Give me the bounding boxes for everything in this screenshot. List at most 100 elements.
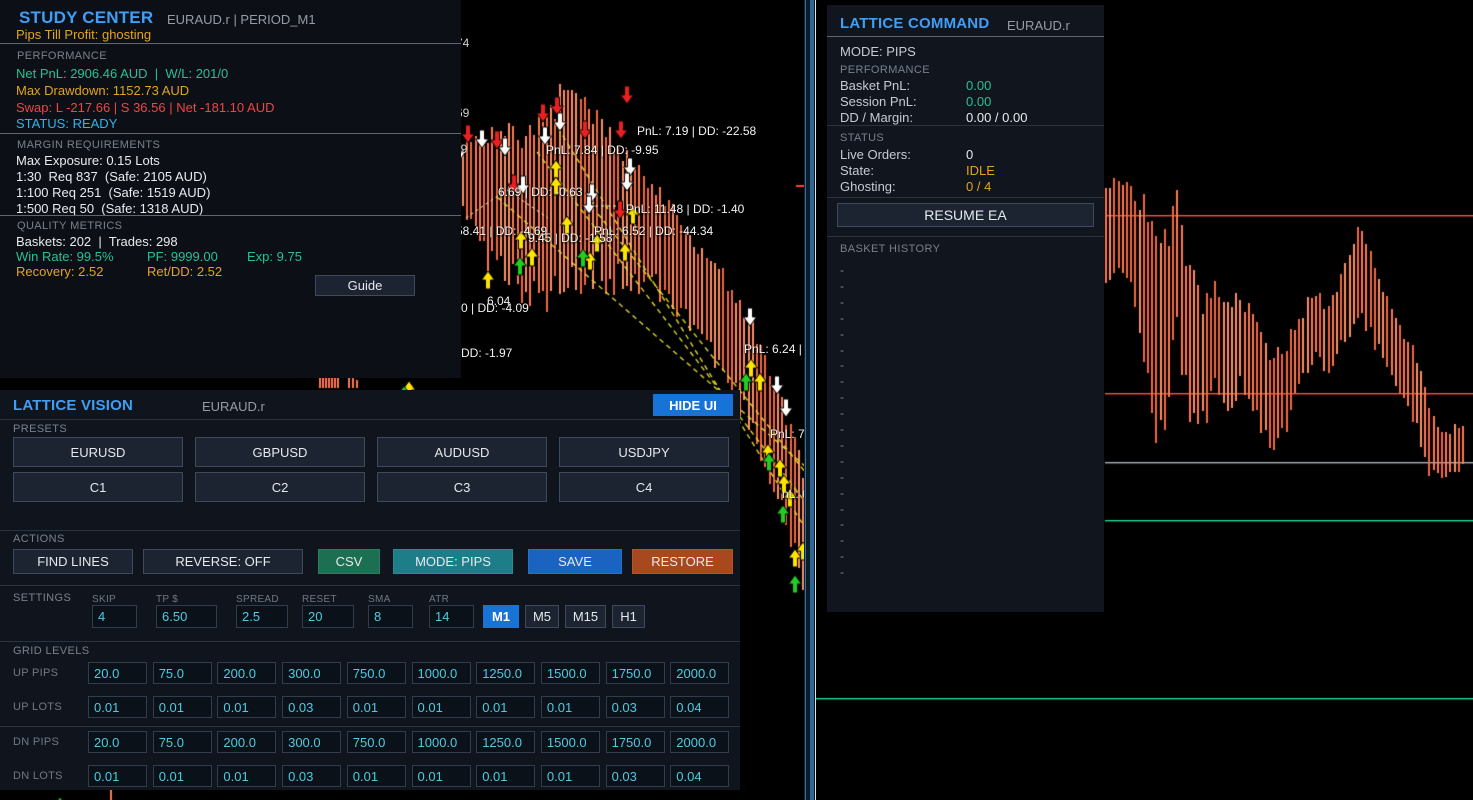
lattice-command-symbol: EURAUD.r: [1007, 18, 1070, 33]
lattice-vision-panel: LATTICE VISION EURAUD.r HIDE UI PRESETS …: [0, 390, 740, 790]
margin-row: 1:30 Req 837 (Safe: 2105 AUD): [16, 169, 207, 184]
preset-button-audusd[interactable]: AUDUSD: [377, 437, 547, 467]
grid-input-up-pips-6[interactable]: [412, 662, 471, 684]
grid-input-up-pips-2[interactable]: [153, 662, 212, 684]
grid-input-dn-lots-8[interactable]: [541, 765, 600, 787]
grid-input-up-pips-9[interactable]: [606, 662, 665, 684]
grid-input-up-lots-10[interactable]: [670, 696, 729, 718]
grid-input-dn-lots-10[interactable]: [670, 765, 729, 787]
grid-input-dn-pips-6[interactable]: [412, 731, 471, 753]
grid-input-up-lots-9[interactable]: [606, 696, 665, 718]
action-button-csv[interactable]: CSV: [318, 549, 380, 574]
timeframe-button-m1[interactable]: M1: [483, 605, 519, 628]
preset-button-c3[interactable]: C3: [377, 472, 547, 502]
timeframe-button-h1[interactable]: H1: [612, 605, 645, 628]
timeframe-button-m5[interactable]: M5: [525, 605, 559, 628]
grid-input-dn-pips-4[interactable]: [282, 731, 341, 753]
preset-button-usdjpy[interactable]: USDJPY: [559, 437, 729, 467]
win-rate: Win Rate: 99.5%: [16, 249, 114, 264]
grid-row-label-up-pips: UP PIPS: [13, 667, 58, 679]
grid-input-up-pips-3[interactable]: [217, 662, 276, 684]
grid-input-up-pips-4[interactable]: [282, 662, 341, 684]
study-center-panel: STUDY CENTER EURAUD.r | PERIOD_M1 Pips T…: [0, 0, 461, 378]
grid-input-dn-lots-6[interactable]: [412, 765, 471, 787]
action-button-find-lines[interactable]: FIND LINES: [13, 549, 133, 574]
basket-history-row: -: [840, 327, 844, 341]
grid-input-dn-lots-5[interactable]: [347, 765, 406, 787]
setting-input-tp-[interactable]: [156, 605, 217, 628]
pips-till-profit: Pips Till Profit: ghosting: [16, 27, 151, 42]
grid-input-up-lots-6[interactable]: [412, 696, 471, 718]
grid-input-up-lots-8[interactable]: [541, 696, 600, 718]
action-button-restore[interactable]: RESTORE: [632, 549, 733, 574]
basket-history-heading: BASKET HISTORY: [840, 243, 940, 255]
grid-input-up-pips-5[interactable]: [347, 662, 406, 684]
presets-heading: PRESETS: [13, 423, 67, 435]
grid-input-dn-lots-9[interactable]: [606, 765, 665, 787]
setting-input-skip[interactable]: [92, 605, 137, 628]
grid-input-up-lots-4[interactable]: [282, 696, 341, 718]
study-center-symbol: EURAUD.r | PERIOD_M1: [167, 12, 316, 27]
grid-input-up-lots-3[interactable]: [217, 696, 276, 718]
grid-row-label-up-lots: UP LOTS: [13, 701, 62, 713]
grid-input-dn-pips-3[interactable]: [217, 731, 276, 753]
grid-input-up-pips-8[interactable]: [541, 662, 600, 684]
timeframe-button-m15[interactable]: M15: [565, 605, 606, 628]
grid-input-dn-pips-7[interactable]: [476, 731, 535, 753]
baskets-trades: Baskets: 202 | Trades: 298: [16, 234, 178, 249]
margin-heading: MARGIN REQUIREMENTS: [17, 139, 160, 151]
grid-input-dn-pips-8[interactable]: [541, 731, 600, 753]
grid-input-up-lots-1[interactable]: [88, 696, 147, 718]
preset-button-eurusd[interactable]: EURUSD: [13, 437, 183, 467]
net-pnl: Net PnL: 2906.46 AUD | W/L: 201/0: [16, 66, 228, 81]
setting-input-reset[interactable]: [302, 605, 354, 628]
command-status-value: 0: [966, 147, 973, 162]
expectancy: Exp: 9.75: [247, 249, 302, 264]
margin-row: 1:100 Req 251 (Safe: 1519 AUD): [16, 185, 210, 200]
command-status-heading: STATUS: [840, 132, 884, 144]
grid-input-up-pips-10[interactable]: [670, 662, 729, 684]
grid-input-dn-pips-9[interactable]: [606, 731, 665, 753]
setting-label-reset: RESET: [302, 594, 337, 605]
grid-row-label-dn-lots: DN LOTS: [13, 770, 63, 782]
settings-heading: SETTINGS: [13, 592, 71, 604]
basket-history-row: -: [840, 295, 844, 309]
basket-history-row: -: [840, 454, 844, 468]
grid-input-dn-pips-2[interactable]: [153, 731, 212, 753]
grid-input-dn-lots-2[interactable]: [153, 765, 212, 787]
action-button-save[interactable]: SAVE: [528, 549, 622, 574]
preset-button-c2[interactable]: C2: [195, 472, 365, 502]
setting-input-atr[interactable]: [429, 605, 474, 628]
setting-input-sma[interactable]: [368, 605, 413, 628]
grid-input-dn-pips-5[interactable]: [347, 731, 406, 753]
hide-ui-button[interactable]: HIDE UI: [653, 394, 733, 416]
grid-input-dn-lots-4[interactable]: [282, 765, 341, 787]
lattice-command-panel: LATTICE COMMAND EURAUD.r MODE: PIPS PERF…: [827, 5, 1104, 612]
resume-ea-button[interactable]: RESUME EA: [837, 203, 1094, 227]
basket-history-row: -: [840, 406, 844, 420]
grid-input-up-pips-7[interactable]: [476, 662, 535, 684]
command-status-label: Live Orders:: [840, 147, 911, 162]
profit-factor: PF: 9999.00: [147, 249, 218, 264]
grid-input-dn-pips-10[interactable]: [670, 731, 729, 753]
setting-input-spread[interactable]: [236, 605, 288, 628]
window-splitter[interactable]: [804, 0, 816, 800]
grid-input-up-lots-2[interactable]: [153, 696, 212, 718]
action-button-reverse-off[interactable]: REVERSE: OFF: [143, 549, 303, 574]
guide-button[interactable]: Guide: [315, 275, 415, 296]
grid-input-up-lots-5[interactable]: [347, 696, 406, 718]
grid-input-up-lots-7[interactable]: [476, 696, 535, 718]
grid-input-dn-lots-1[interactable]: [88, 765, 147, 787]
basket-history-row: -: [840, 549, 844, 563]
grid-input-dn-lots-3[interactable]: [217, 765, 276, 787]
action-button-mode-pips[interactable]: MODE: PIPS: [393, 549, 513, 574]
preset-button-c1[interactable]: C1: [13, 472, 183, 502]
grid-input-dn-pips-1[interactable]: [88, 731, 147, 753]
grid-input-dn-lots-7[interactable]: [476, 765, 535, 787]
grid-input-up-pips-1[interactable]: [88, 662, 147, 684]
basket-history-row: -: [840, 565, 844, 579]
preset-button-gbpusd[interactable]: GBPUSD: [195, 437, 365, 467]
command-status-label: State:: [840, 163, 874, 178]
preset-button-c4[interactable]: C4: [559, 472, 729, 502]
lattice-command-title: LATTICE COMMAND: [840, 15, 989, 32]
